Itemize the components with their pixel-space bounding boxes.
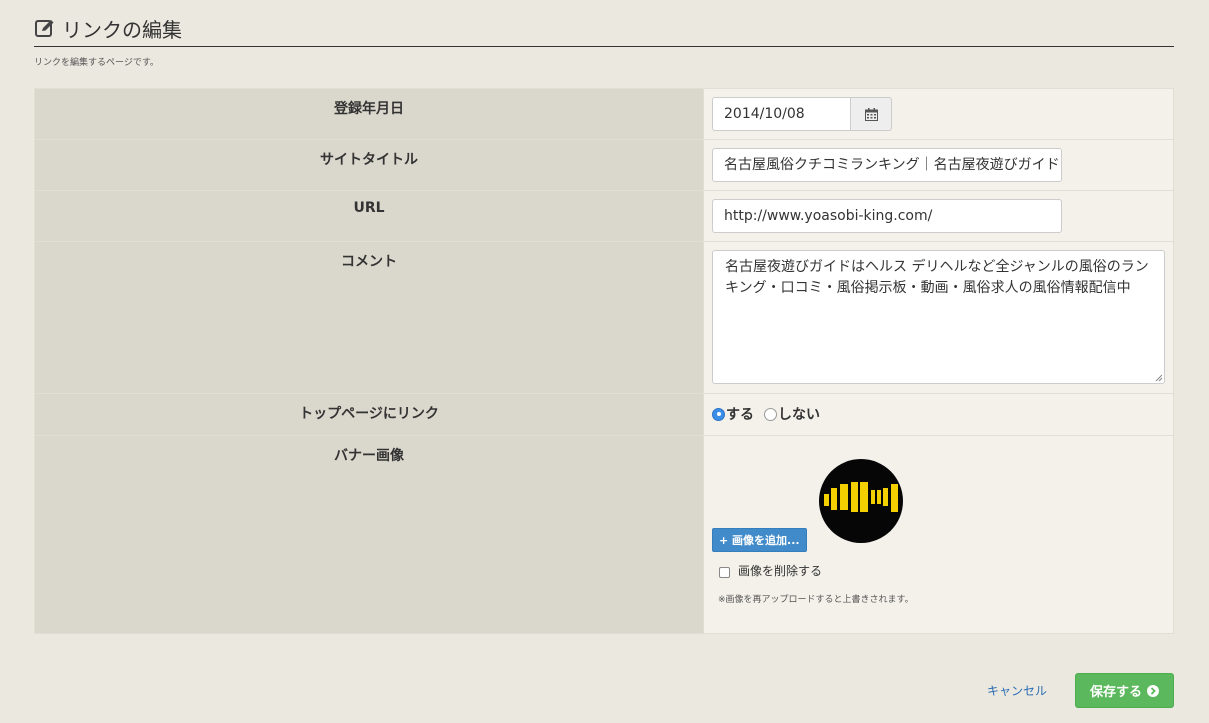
overwrite-note: ※画像を再アップロードすると上書きされます。 bbox=[718, 595, 914, 605]
comment-label: コメント bbox=[34, 241, 704, 394]
banner-label: バナー画像 bbox=[34, 435, 704, 634]
date-input-group: 2014/10/08 bbox=[712, 97, 892, 131]
add-image-button[interactable]: + 画像を追加... bbox=[712, 528, 807, 552]
site-title-input[interactable]: 名古屋風俗クチコミランキング｜名古屋夜遊びガイド bbox=[712, 148, 1062, 182]
resize-grip-icon[interactable] bbox=[1155, 374, 1163, 382]
save-button[interactable]: 保存する bbox=[1075, 673, 1174, 708]
site-title-label: サイトタイトル bbox=[34, 139, 704, 191]
edit-icon bbox=[35, 20, 54, 37]
calendar-icon bbox=[864, 107, 878, 121]
cancel-link[interactable]: キャンセル bbox=[987, 682, 1047, 699]
date-row: 登録年月日 2014/10/08 bbox=[34, 88, 1174, 140]
page-header: リンクの編集 bbox=[34, 10, 1174, 47]
site-title-row: サイトタイトル 名古屋風俗クチコミランキング｜名古屋夜遊びガイド bbox=[34, 139, 1174, 191]
save-button-label: 保存する bbox=[1089, 685, 1142, 700]
date-input[interactable]: 2014/10/08 bbox=[712, 97, 851, 131]
top-link-row: トップページにリンク する しない bbox=[34, 393, 1174, 436]
top-link-yes-radio[interactable] bbox=[712, 407, 725, 421]
date-label: 登録年月日 bbox=[34, 88, 704, 140]
link-edit-form: 登録年月日 2014/10/08 サイトタイトル 名古屋風俗クチコミランキング｜… bbox=[34, 88, 1174, 634]
top-link-yes-label[interactable]: する bbox=[726, 404, 754, 424]
delete-image-checkbox[interactable] bbox=[719, 567, 730, 578]
delete-image-label[interactable]: 画像を削除する bbox=[738, 562, 822, 579]
comment-row: コメント 名古屋夜遊びガイドはヘルス デリヘルなど全ジャンルの風俗のランキング・… bbox=[34, 241, 1174, 394]
top-link-no-label[interactable]: しない bbox=[778, 404, 820, 424]
banner-image bbox=[818, 459, 903, 543]
banner-row: バナー画像 + 画像を追加... 画像を削除する ※画像を再アップロードすると上… bbox=[34, 435, 1174, 634]
url-row: URL http://www.yoasobi-king.com/ bbox=[34, 190, 1174, 242]
comment-textarea[interactable]: 名古屋夜遊びガイドはヘルス デリヘルなど全ジャンルの風俗のランキング・口コミ・風… bbox=[712, 250, 1165, 384]
calendar-button[interactable] bbox=[851, 97, 892, 131]
top-link-label: トップページにリンク bbox=[34, 393, 704, 436]
top-link-radio-group: する しない bbox=[712, 402, 1165, 424]
chevron-circle-right-icon bbox=[1147, 684, 1159, 697]
url-input[interactable]: http://www.yoasobi-king.com/ bbox=[712, 199, 1062, 233]
comment-text: 名古屋夜遊びガイドはヘルス デリヘルなど全ジャンルの風俗のランキング・口コミ・風… bbox=[725, 259, 1149, 296]
page-title: リンクの編集 bbox=[62, 17, 182, 42]
url-label: URL bbox=[34, 190, 704, 242]
page-description: リンクを編集するページです。 bbox=[34, 58, 159, 68]
top-link-no-radio[interactable] bbox=[764, 407, 777, 421]
